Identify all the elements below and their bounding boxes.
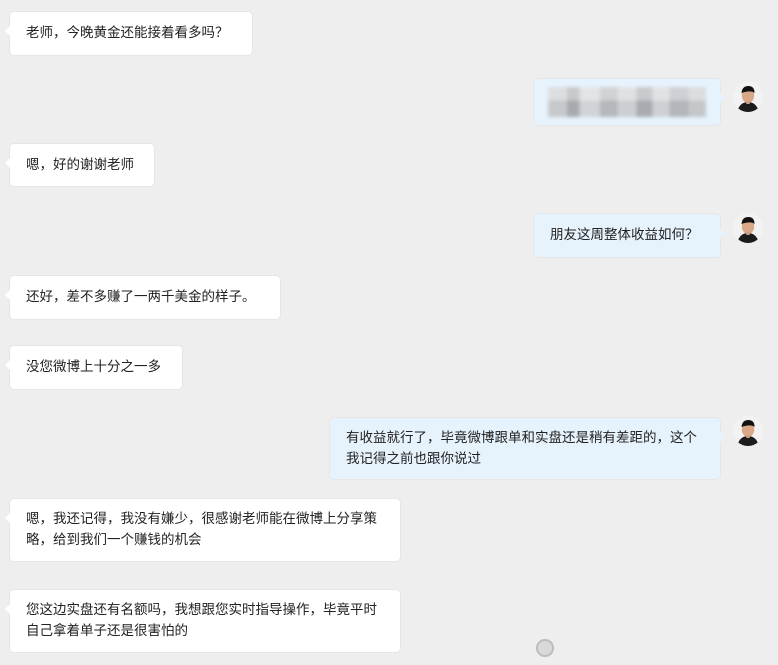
redacted-content [548,87,706,117]
user-avatar-icon[interactable] [733,416,763,446]
message-bubble-incoming: 没您微博上十分之一多 [5,346,182,389]
user-avatar-icon[interactable] [733,213,763,243]
avatar-portrait [733,213,763,243]
message-bubble-outgoing [534,79,725,125]
user-avatar-icon[interactable] [733,82,763,112]
message-bubble-outgoing: 有收益就行了，毕竟微博跟单和实盘还是稍有差距的，这个我记得之前也跟你说过 [330,418,725,479]
watermark-logo-icon [536,639,554,657]
message-bubble-outgoing: 朋友这周整体收益如何？ [534,214,725,257]
message-text: 老师，今晚黄金还能接着看多吗？ [26,25,229,41]
avatar-portrait [733,82,763,112]
message-text: 您这边实盘还有名额吗，我想跟您实时指导操作，毕竟平时自己拿着单子还是很害怕的 [26,602,377,639]
message-bubble-incoming: 嗯，好的谢谢老师 [5,144,154,186]
message-bubble-incoming: 嗯，我还记得，我没有嫌少，很感谢老师能在微博上分享策略，给到我们一个赚钱的机会 [5,499,400,561]
message-text: 有收益就行了，毕竟微博跟单和实盘还是稍有差距的，这个我记得之前也跟你说过 [346,430,697,467]
message-text: 朋友这周整体收益如何？ [550,227,699,243]
message-text: 嗯，好的谢谢老师 [26,157,134,173]
message-text: 还好，差不多赚了一两千美金的样子。 [26,289,256,305]
message-bubble-incoming: 还好，差不多赚了一两千美金的样子。 [5,276,280,319]
message-bubble-incoming: 老师，今晚黄金还能接着看多吗？ [5,12,252,55]
message-text: 嗯，我还记得，我没有嫌少，很感谢老师能在微博上分享策略，给到我们一个赚钱的机会 [26,511,377,548]
chat-window: 老师，今晚黄金还能接着看多吗？ 嗯，好的谢谢老师 朋友这周整体收益如何？ 还好，… [0,0,778,665]
message-text: 没您微博上十分之一多 [26,359,161,375]
avatar-portrait [733,416,763,446]
watermark [536,637,560,659]
message-bubble-incoming: 您这边实盘还有名额吗，我想跟您实时指导操作，毕竟平时自己拿着单子还是很害怕的 [5,590,400,652]
